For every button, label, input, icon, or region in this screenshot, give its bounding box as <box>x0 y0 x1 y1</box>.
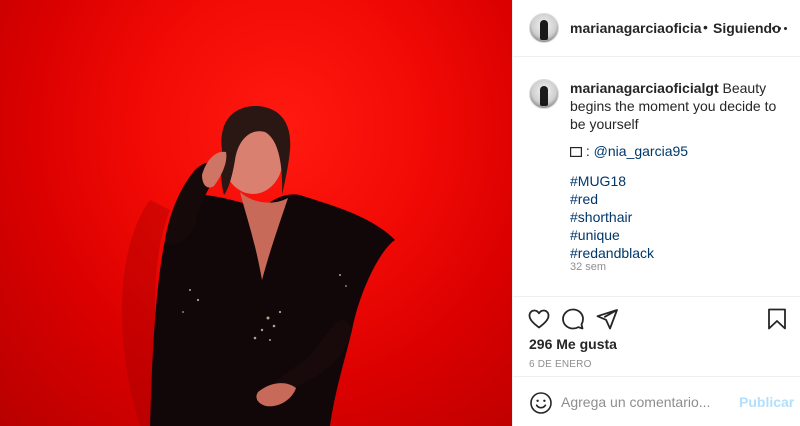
instagram-post: marianagarciaoficia • Siguiendo marianag… <box>0 0 800 426</box>
header-username[interactable]: marianagarciaoficia <box>570 20 702 36</box>
comment-icon[interactable] <box>561 307 585 331</box>
credit-mention-link[interactable]: @nia_garcia95 <box>594 143 688 159</box>
publish-button[interactable]: Publicar <box>739 394 794 410</box>
bookmark-icon[interactable] <box>765 307 789 331</box>
more-options-icon[interactable] <box>771 22 789 34</box>
caption-username[interactable]: marianagarciaoficialgt <box>570 80 719 96</box>
post-date: 6 DE ENERO <box>529 359 592 370</box>
post-photo[interactable] <box>0 0 512 426</box>
hashtag-link[interactable]: #redandblack <box>570 244 654 262</box>
post-actions: 296 Me gusta 6 DE ENERO <box>513 297 800 377</box>
caption-text: marianagarciaoficialgt Beauty begins the… <box>570 79 792 133</box>
hashtag-link[interactable]: #MUG18 <box>570 172 654 190</box>
photo-credit-line: : @nia_garcia95 <box>570 142 688 160</box>
post-header: marianagarciaoficia • Siguiendo <box>513 0 800 57</box>
hashtag-link[interactable]: #red <box>570 190 654 208</box>
emoji-icon[interactable] <box>529 391 553 415</box>
likes-count[interactable]: 296 Me gusta <box>529 336 617 352</box>
post-side-panel: marianagarciaoficia • Siguiendo marianag… <box>512 0 800 426</box>
credit-colon: : <box>585 143 594 159</box>
hashtag-link[interactable]: #shorthair <box>570 208 654 226</box>
camera-icon <box>570 143 586 159</box>
caption-timestamp: 32 sem <box>570 261 607 273</box>
caption-section: marianagarciaoficialgt Beauty begins the… <box>513 57 800 297</box>
share-icon[interactable] <box>595 307 619 331</box>
hashtag-link[interactable]: #unique <box>570 226 654 244</box>
header-separator: • <box>703 19 708 35</box>
hashtag-list: #MUG18 #red #shorthair #unique #redandbl… <box>570 172 654 262</box>
add-comment-bar: Publicar <box>513 377 800 426</box>
comment-input[interactable] <box>561 391 741 413</box>
avatar[interactable] <box>529 13 559 43</box>
photo-illustration <box>121 105 395 426</box>
caption-avatar[interactable] <box>529 79 559 109</box>
heart-icon[interactable] <box>527 307 551 331</box>
